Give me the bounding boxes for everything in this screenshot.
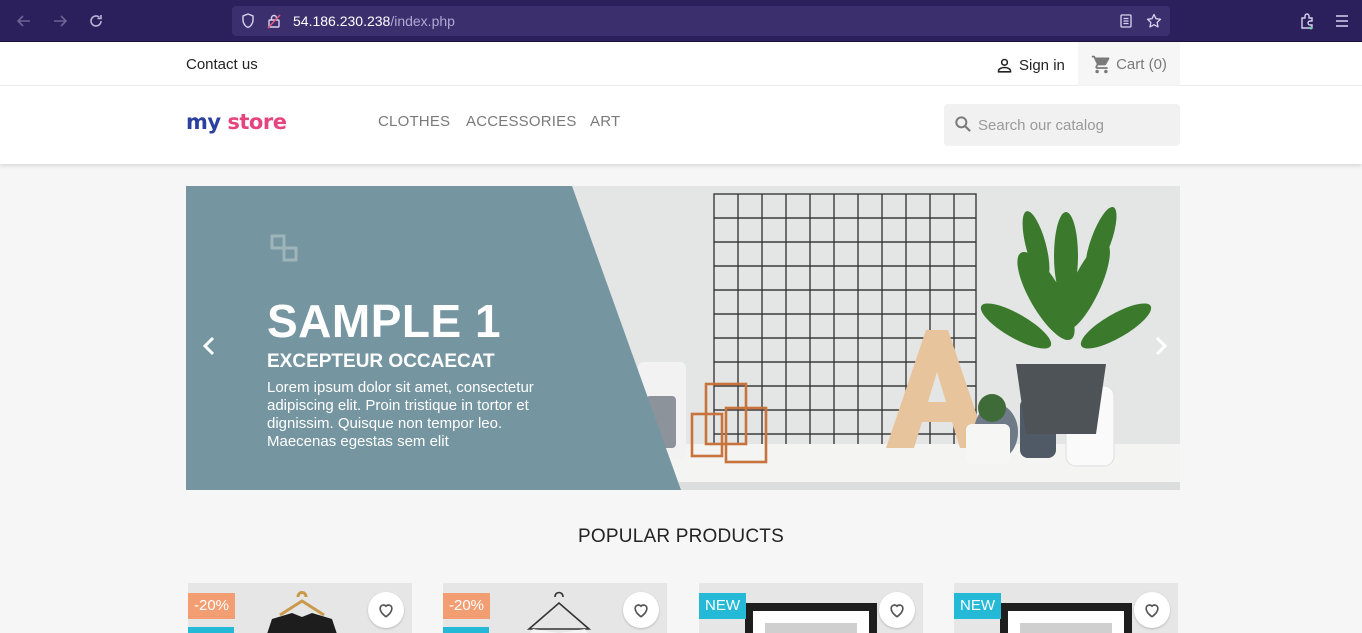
shield-icon[interactable]: [240, 13, 256, 29]
reader-mode-icon[interactable]: [1118, 13, 1134, 29]
site-header: my store CLOTHES ACCESSORIES ART: [0, 86, 1362, 164]
url-path: /index.php: [390, 13, 455, 29]
product-card[interactable]: -20%: [188, 583, 412, 633]
arrow-left-icon[interactable]: [12, 9, 36, 33]
top-nav: Contact us Sign in Cart (0): [0, 42, 1362, 86]
chevron-right-icon[interactable]: [1148, 334, 1172, 358]
cart-button[interactable]: Cart (0): [1078, 42, 1180, 86]
sign-in-label: Sign in: [1019, 56, 1065, 74]
user-icon: [997, 58, 1012, 73]
slide-title: SAMPLE 1: [267, 295, 502, 347]
arrow-right-icon[interactable]: [48, 9, 72, 33]
product-card[interactable]: NEW: [954, 583, 1178, 633]
cart-label: Cart (0): [1116, 55, 1167, 73]
wishlist-button[interactable]: [623, 592, 659, 628]
slide-subtitle: EXCEPTEUR OCCAECAT: [267, 351, 495, 372]
browser-toolbar: 54.186.230.238/index.php: [0, 0, 1362, 42]
logo-word-my: my: [186, 110, 221, 134]
menu-item-clothes[interactable]: CLOTHES: [378, 113, 450, 130]
url-host: 54.186.230.238: [293, 13, 391, 29]
popular-products-heading: POPULAR PRODUCTS: [578, 526, 784, 547]
discount-badge: -20%: [188, 593, 236, 619]
logo-word-store: store: [227, 110, 287, 134]
sign-in-link[interactable]: Sign in: [995, 54, 1065, 76]
menu-item-art[interactable]: ART: [590, 113, 620, 130]
bookmark-star-icon[interactable]: [1146, 13, 1162, 29]
wishlist-button[interactable]: [368, 592, 404, 628]
lock-insecure-icon[interactable]: [266, 13, 282, 29]
chevron-left-icon[interactable]: [198, 334, 222, 358]
search-input[interactable]: [978, 114, 1168, 136]
store-logo[interactable]: my store: [186, 110, 287, 134]
extensions-icon[interactable]: [1296, 10, 1318, 32]
new-badge: NEW: [954, 593, 1001, 619]
new-badge-strip: [188, 627, 234, 633]
wishlist-button[interactable]: [1134, 592, 1170, 628]
wishlist-button[interactable]: [879, 592, 915, 628]
heart-icon: [634, 604, 648, 618]
search-icon[interactable]: [953, 114, 973, 134]
reload-icon[interactable]: [84, 9, 108, 33]
new-badge-strip: [443, 627, 489, 633]
shopping-cart-icon: [1091, 55, 1110, 73]
product-card[interactable]: -20%: [443, 583, 667, 633]
heart-icon: [379, 604, 393, 618]
hamburger-menu-icon[interactable]: [1331, 10, 1353, 32]
homepage-carousel: SAMPLE 1 EXCEPTEUR OCCAECAT Lorem ipsum …: [186, 186, 1180, 490]
heart-icon: [890, 604, 904, 618]
address-bar[interactable]: 54.186.230.238/index.php: [232, 6, 1170, 36]
product-card[interactable]: NEW: [699, 583, 923, 633]
search-box: [944, 104, 1180, 146]
heart-icon: [1145, 604, 1159, 618]
new-badge: NEW: [699, 593, 746, 619]
slide-description: Lorem ipsum dolor sit amet, consectetur …: [267, 379, 534, 450]
menu-item-accessories[interactable]: ACCESSORIES: [466, 113, 577, 130]
contact-us-link[interactable]: Contact us: [186, 56, 258, 73]
url-text[interactable]: 54.186.230.238/index.php: [293, 13, 455, 29]
discount-badge: -20%: [443, 593, 491, 619]
